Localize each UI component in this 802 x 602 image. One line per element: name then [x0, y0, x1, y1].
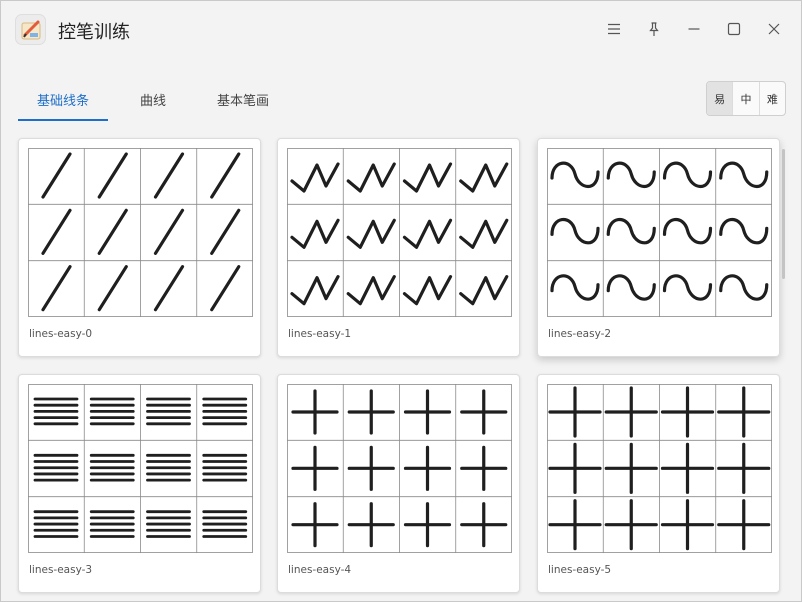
- exercise-label: lines-easy-2: [548, 328, 612, 340]
- exercise-preview: [287, 148, 512, 317]
- exercise-preview: [28, 148, 253, 317]
- app-title: 控笔训练: [58, 22, 130, 43]
- title-bar: 控笔训练: [1, 1, 801, 59]
- difficulty-medium-button[interactable]: 中: [733, 82, 760, 115]
- exercise-preview: [547, 148, 772, 317]
- exercise-card[interactable]: lines-easy-0: [18, 138, 261, 357]
- exercise-grid: lines-easy-0 lines-easy-1 lines-easy-2 l…: [1, 131, 801, 601]
- tab-basic-lines[interactable]: 基础线条: [18, 79, 108, 119]
- scrollbar[interactable]: [782, 149, 785, 279]
- minimize-icon[interactable]: [680, 15, 708, 43]
- difficulty-hard-button[interactable]: 难: [760, 82, 785, 115]
- exercise-card[interactable]: lines-easy-3: [18, 374, 261, 593]
- exercise-label: lines-easy-4: [288, 564, 352, 576]
- exercise-card[interactable]: lines-easy-5: [537, 374, 780, 593]
- close-icon[interactable]: [760, 15, 788, 43]
- tab-curves[interactable]: 曲线: [123, 79, 183, 119]
- app-window: 控笔训练 基础线条 曲线 基本笔画 易 中 难 lines-easy-0 lin…: [0, 0, 802, 602]
- difficulty-selector: 易 中 难: [706, 81, 786, 116]
- exercise-preview: [287, 384, 512, 553]
- pin-icon[interactable]: [640, 15, 668, 43]
- active-tab-indicator: [18, 119, 108, 121]
- exercise-card[interactable]: lines-easy-1: [277, 138, 520, 357]
- exercise-label: lines-easy-0: [29, 328, 93, 340]
- exercise-label: lines-easy-3: [29, 564, 93, 576]
- exercise-label: lines-easy-5: [548, 564, 612, 576]
- maximize-icon[interactable]: [720, 15, 748, 43]
- exercise-card[interactable]: lines-easy-2: [537, 138, 780, 357]
- exercise-card[interactable]: lines-easy-4: [277, 374, 520, 593]
- exercise-preview: [547, 384, 772, 553]
- app-logo-icon: [15, 14, 46, 45]
- category-tabs: 基础线条 曲线 基本笔画: [18, 79, 318, 123]
- exercise-preview: [28, 384, 253, 553]
- exercise-label: lines-easy-1: [288, 328, 352, 340]
- difficulty-easy-button[interactable]: 易: [707, 82, 734, 115]
- tab-basic-strokes[interactable]: 基本笔画: [198, 79, 288, 119]
- menu-icon[interactable]: [600, 15, 628, 43]
